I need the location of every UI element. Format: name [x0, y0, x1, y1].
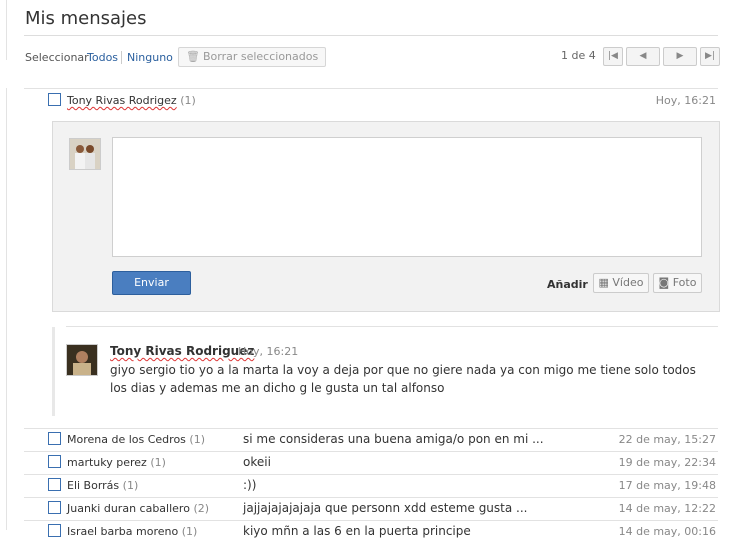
avatar: [69, 138, 101, 170]
conversation-sender[interactable]: Juanki duran caballero (2): [67, 502, 209, 515]
select-all-link[interactable]: Todos: [87, 51, 118, 64]
toolbar: Seleccionar Todos Ninguno 🗑 Borrar selecc…: [25, 47, 720, 69]
message-count: (1): [150, 456, 166, 469]
last-page-icon: ▶|: [705, 51, 715, 61]
next-page-button[interactable]: ▶: [663, 47, 697, 66]
row-divider: [24, 88, 718, 89]
link-separator: [121, 51, 122, 64]
send-button[interactable]: Enviar: [112, 271, 191, 295]
left-divider: [6, 88, 7, 530]
row-divider: [24, 520, 718, 521]
select-label: Seleccionar: [25, 51, 89, 64]
thread-indent-bar: [52, 327, 55, 416]
delete-selected-label: Borrar seleccionados: [202, 50, 319, 63]
sender-name: Tony Rivas Rodrigez: [67, 94, 177, 107]
conversation-checkbox[interactable]: [48, 478, 61, 491]
message-preview[interactable]: kiyo mñn a las 6 en la puerta principe: [243, 524, 471, 538]
add-video-button[interactable]: ▦ Vídeo: [593, 273, 649, 293]
delete-selected-button[interactable]: 🗑 Borrar seleccionados: [178, 47, 327, 67]
prev-page-button[interactable]: ◀: [626, 47, 660, 66]
conversation-date: 22 de may, 15:27: [618, 433, 716, 446]
message-preview[interactable]: :)): [243, 478, 256, 492]
message-count: (1): [181, 525, 198, 538]
add-photo-button[interactable]: ◙ Foto: [653, 273, 702, 293]
message-preview[interactable]: si me consideras una buena amiga/o pon e…: [243, 432, 544, 446]
conversation-checkbox[interactable]: [48, 432, 61, 445]
conversation-checkbox[interactable]: [48, 455, 61, 468]
video-label: Vídeo: [612, 276, 644, 289]
page-title: Mis mensajes: [25, 8, 147, 29]
pager-text: 1 de 4: [561, 49, 596, 62]
message-avatar: [66, 344, 98, 376]
message-preview[interactable]: jajjajajajajaja que personn xdd esteme g…: [243, 501, 527, 515]
prev-page-icon: ◀: [639, 51, 647, 61]
row-divider: [24, 497, 718, 498]
select-none-link[interactable]: Ninguno: [127, 51, 173, 64]
message-time: Hoy, 16:21: [238, 345, 299, 358]
thread-divider: [66, 326, 718, 327]
row-divider: [24, 428, 718, 429]
camera-icon: ◙: [658, 276, 673, 289]
left-divider: [6, 0, 7, 60]
header-divider: [24, 35, 718, 36]
reply-panel: Enviar Añadir ▦ Vídeo ◙ Foto: [52, 121, 720, 312]
avatar-photo: [70, 139, 100, 169]
sender-name: Juanki duran caballero: [67, 502, 194, 515]
message-count: (2): [193, 502, 210, 515]
last-page-button[interactable]: ▶|: [700, 47, 720, 66]
sender-name: Eli Borrás: [67, 479, 123, 492]
conversation-checkbox[interactable]: [48, 501, 61, 514]
next-page-icon: ▶: [676, 51, 684, 61]
message-author-name: Tony Rivas Rodriguez: [110, 344, 255, 358]
conversation-date: 14 de may, 00:16: [618, 525, 716, 538]
conversation-sender[interactable]: Morena de los Cedros (1): [67, 433, 205, 446]
row-divider: [24, 451, 718, 452]
conversation-checkbox[interactable]: [48, 524, 61, 537]
message-author[interactable]: Tony Rivas Rodriguez: [110, 344, 254, 358]
conversation-sender[interactable]: Israel barba moreno (1): [67, 525, 197, 538]
add-label: Añadir: [547, 278, 588, 291]
message-count: (1): [180, 94, 196, 107]
photo-label: Foto: [672, 276, 697, 289]
first-page-icon: |◀: [608, 51, 618, 61]
message-count: (1): [189, 433, 206, 446]
conversation-sender[interactable]: Eli Borrás (1): [67, 479, 138, 492]
message-preview[interactable]: okeii: [243, 455, 271, 469]
conversation-date: 19 de may, 22:34: [618, 456, 716, 469]
conversation-date: 14 de may, 12:22: [618, 502, 716, 515]
message-body: giyo sergio tio yo a la marta la voy a d…: [110, 363, 696, 395]
conversation-date: 17 de may, 19:48: [618, 479, 716, 492]
row-divider: [24, 474, 718, 475]
first-page-button[interactable]: |◀: [603, 47, 623, 66]
conversation-sender[interactable]: martuky perez (1): [67, 456, 166, 469]
reply-textarea[interactable]: [112, 137, 702, 257]
trash-icon: 🗑: [186, 50, 200, 63]
conversation-sender[interactable]: Tony Rivas Rodrigez (1): [67, 94, 196, 107]
sender-name: Israel barba moreno: [67, 525, 182, 538]
avatar-photo: [67, 345, 97, 375]
conversation-checkbox[interactable]: [48, 93, 61, 106]
video-icon: ▦: [598, 276, 613, 289]
conversation-date: Hoy, 16:21: [655, 94, 716, 107]
sender-name: martuky perez: [67, 456, 151, 469]
message-count: (1): [122, 479, 139, 492]
sender-name: Morena de los Cedros: [67, 433, 190, 446]
